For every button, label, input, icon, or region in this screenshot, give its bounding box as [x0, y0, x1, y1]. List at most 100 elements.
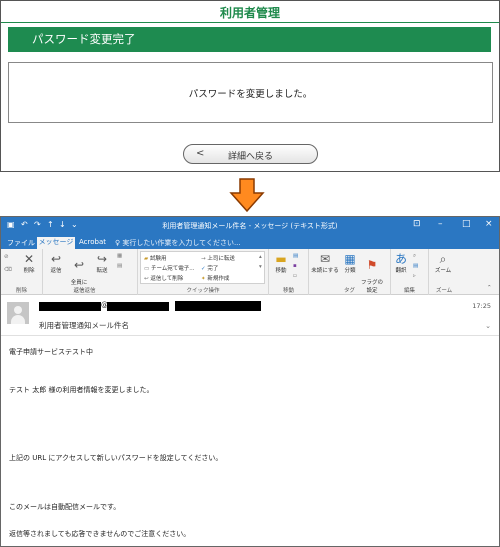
quick-step-label: 返信して削除: [150, 276, 184, 282]
mark-unread-label: 未読にする: [311, 268, 339, 274]
categorize-icon: ▦: [344, 252, 356, 266]
body-line: このメールは自動配信メールです。: [9, 503, 121, 511]
quick-steps-group: ▰ 試験用 ▭ チーム宛て電子... ↩ 返信して削除 → 上司に転送 ✓ 完了…: [138, 249, 269, 295]
tab-message[interactable]: メッセージ: [37, 237, 75, 249]
reply-label: 返信: [50, 268, 62, 274]
body-line: 返信等されましても応答できませんのでご注意ください。: [9, 530, 191, 538]
respond-group: ↩ 返信 ↩ 全員に 返信 ↪ 転送 ▦ ▤ 返信: [43, 249, 138, 295]
zoom-button[interactable]: ⌕ ズーム: [431, 252, 455, 274]
forward-label: 転送: [96, 268, 108, 274]
delete-button[interactable]: ✕ 削除: [17, 252, 41, 274]
editing-group: あ 翻訳 ⌕ ▤ ▹ 編集: [391, 249, 429, 295]
zoom-label: ズーム: [434, 268, 452, 274]
redacted-recipient: [175, 301, 261, 311]
mark-unread-button[interactable]: ✉ 未読にする: [311, 252, 339, 274]
move-label: 移動: [275, 268, 287, 274]
gallery-scroll-icon[interactable]: ▴: [259, 254, 262, 260]
envelope-icon: ✉: [319, 252, 331, 266]
quick-step-item[interactable]: ▭ チーム宛て電子...: [144, 264, 195, 272]
quick-step-label: 新規作成: [207, 276, 230, 282]
quick-steps-gallery: ▰ 試験用 ▭ チーム宛て電子... ↩ 返信して削除 → 上司に転送 ✓ 完了…: [140, 251, 265, 284]
actions-icon[interactable]: ▫: [293, 273, 297, 279]
tell-me-text: 実行したい作業を入力してください...: [122, 239, 241, 247]
quick-steps-group-label: クイック操作: [186, 288, 220, 294]
email-subject: 利用者管理通知メール件名: [39, 321, 129, 330]
translate-icon: あ: [394, 252, 407, 266]
avatar: [7, 302, 29, 324]
quick-step-label: 完了: [207, 266, 219, 272]
move-group: ▬ 移動 ▤ ▪ ▫ 移動: [269, 249, 309, 295]
message-header: @ 利用者管理通知メール件名 17:25 ⌄: [1, 296, 499, 336]
down-arrow-icon: [229, 178, 265, 212]
translate-label: 翻訳: [395, 268, 407, 274]
tags-group: ✉ 未読にする ▦ 分類 ⚑ フラグの 設定 タグ: [309, 249, 391, 295]
quick-step-item[interactable]: ▰ 試験用: [144, 254, 167, 262]
quick-step-label: 試験用: [149, 256, 167, 262]
ribbon-tabs: ファイル メッセージ Acrobat ♀ 実行したい作業を入力してください...: [1, 236, 499, 249]
body-line: 電子申請サービステスト中: [9, 348, 93, 356]
more-respond-icon[interactable]: ▤: [117, 263, 122, 269]
body-line: テスト 太郎 様の利用者情報を変更しました。: [9, 386, 154, 394]
onenote-icon[interactable]: ▪: [293, 263, 297, 269]
reply-icon: ↩: [50, 252, 62, 266]
minimize-button[interactable]: –: [438, 219, 443, 229]
forward-button[interactable]: ↪ 転送: [91, 252, 113, 274]
tab-acrobat[interactable]: Acrobat: [79, 238, 106, 246]
select-icon[interactable]: ▹: [413, 273, 416, 279]
quick-step-label: 上司に転送: [207, 256, 235, 262]
web-panel: 利用者管理 パスワード変更完了 パスワードを変更しました。 < 詳細へ戻る: [0, 0, 500, 172]
reply-all-icon: ↩: [73, 258, 85, 272]
move-folder-icon: ▬: [275, 252, 287, 266]
back-button-label: 詳細へ戻る: [227, 152, 273, 162]
redacted-sender: [39, 302, 101, 311]
close-button[interactable]: ×: [485, 219, 493, 229]
gallery-scroll-icon[interactable]: ▾: [259, 264, 262, 270]
zoom-group-label: ズーム: [435, 288, 453, 294]
respond-group-label: 返信: [84, 288, 96, 294]
delete-group: ⊘ ⌫ ✕ 削除 削除: [1, 249, 43, 295]
delete-x-icon: ✕: [23, 252, 35, 266]
quick-step-item[interactable]: → 上司に転送: [201, 254, 235, 262]
find-icon[interactable]: ⌕: [413, 253, 416, 260]
cleanup-icon[interactable]: ⌫: [4, 267, 12, 273]
maximize-button[interactable]: □: [462, 219, 471, 229]
delete-group-label: 削除: [15, 288, 27, 294]
tags-group-label: タグ: [343, 288, 355, 294]
categorize-label: 分類: [344, 268, 356, 274]
tab-file[interactable]: ファイル: [7, 238, 35, 248]
flag-icon: ⚑: [366, 258, 378, 272]
reply-button[interactable]: ↩ 返信: [45, 252, 67, 274]
move-group-label: 移動: [282, 288, 294, 294]
app-title: 利用者管理: [219, 6, 280, 20]
meeting-icon[interactable]: ▦: [117, 253, 122, 259]
quick-step-item[interactable]: ✦ 新規作成: [201, 274, 229, 282]
chevron-down-icon[interactable]: ⌄: [485, 322, 491, 330]
magnifier-icon: ⌕: [439, 252, 447, 266]
page-header: パスワード変更完了: [8, 27, 491, 52]
redacted-sender-domain: [107, 302, 169, 311]
rules-icon[interactable]: ▤: [293, 253, 298, 259]
outlook-message-window: ▣ ↶ ↷ ↑ ↓ ⌄ 利用者管理通知メール件名 - メッセージ (テキスト形式…: [0, 216, 500, 547]
sent-time: 17:25: [472, 302, 491, 310]
ribbon-display-options-icon[interactable]: ⊡: [413, 219, 421, 229]
related-icon[interactable]: ▤: [413, 263, 418, 269]
editing-group-label: 編集: [403, 288, 415, 294]
quick-step-item[interactable]: ↩ 返信して削除: [144, 274, 183, 282]
title-bar: ▣ ↶ ↷ ↑ ↓ ⌄ 利用者管理通知メール件名 - メッセージ (テキスト形式…: [1, 217, 499, 236]
collapse-ribbon-icon[interactable]: ⌃: [487, 285, 492, 291]
back-to-details-button[interactable]: < 詳細へ戻る: [183, 144, 318, 164]
forward-icon: ↪: [96, 252, 108, 266]
message-box: パスワードを変更しました。: [8, 62, 493, 123]
delete-label: 削除: [23, 268, 35, 274]
translate-button[interactable]: あ 翻訳: [392, 252, 410, 274]
move-button[interactable]: ▬ 移動: [271, 252, 291, 274]
body-line: 上記の URL にアクセスして新しいパスワードを設定してください。: [9, 454, 223, 462]
quick-step-item[interactable]: ✓ 完了: [201, 264, 218, 272]
tell-me-box[interactable]: ♀ 実行したい作業を入力してください...: [115, 238, 241, 248]
email-body: 電子申請サービステスト中 テスト 太郎 様の利用者情報を変更しました。 上記の …: [1, 337, 499, 546]
zoom-group: ⌕ ズーム ズーム: [429, 249, 459, 295]
window-title: 利用者管理通知メール件名 - メッセージ (テキスト形式): [162, 222, 338, 230]
title-divider: [1, 22, 499, 23]
ignore-icon[interactable]: ⊘: [4, 254, 9, 260]
categorize-button[interactable]: ▦ 分類: [341, 252, 359, 274]
